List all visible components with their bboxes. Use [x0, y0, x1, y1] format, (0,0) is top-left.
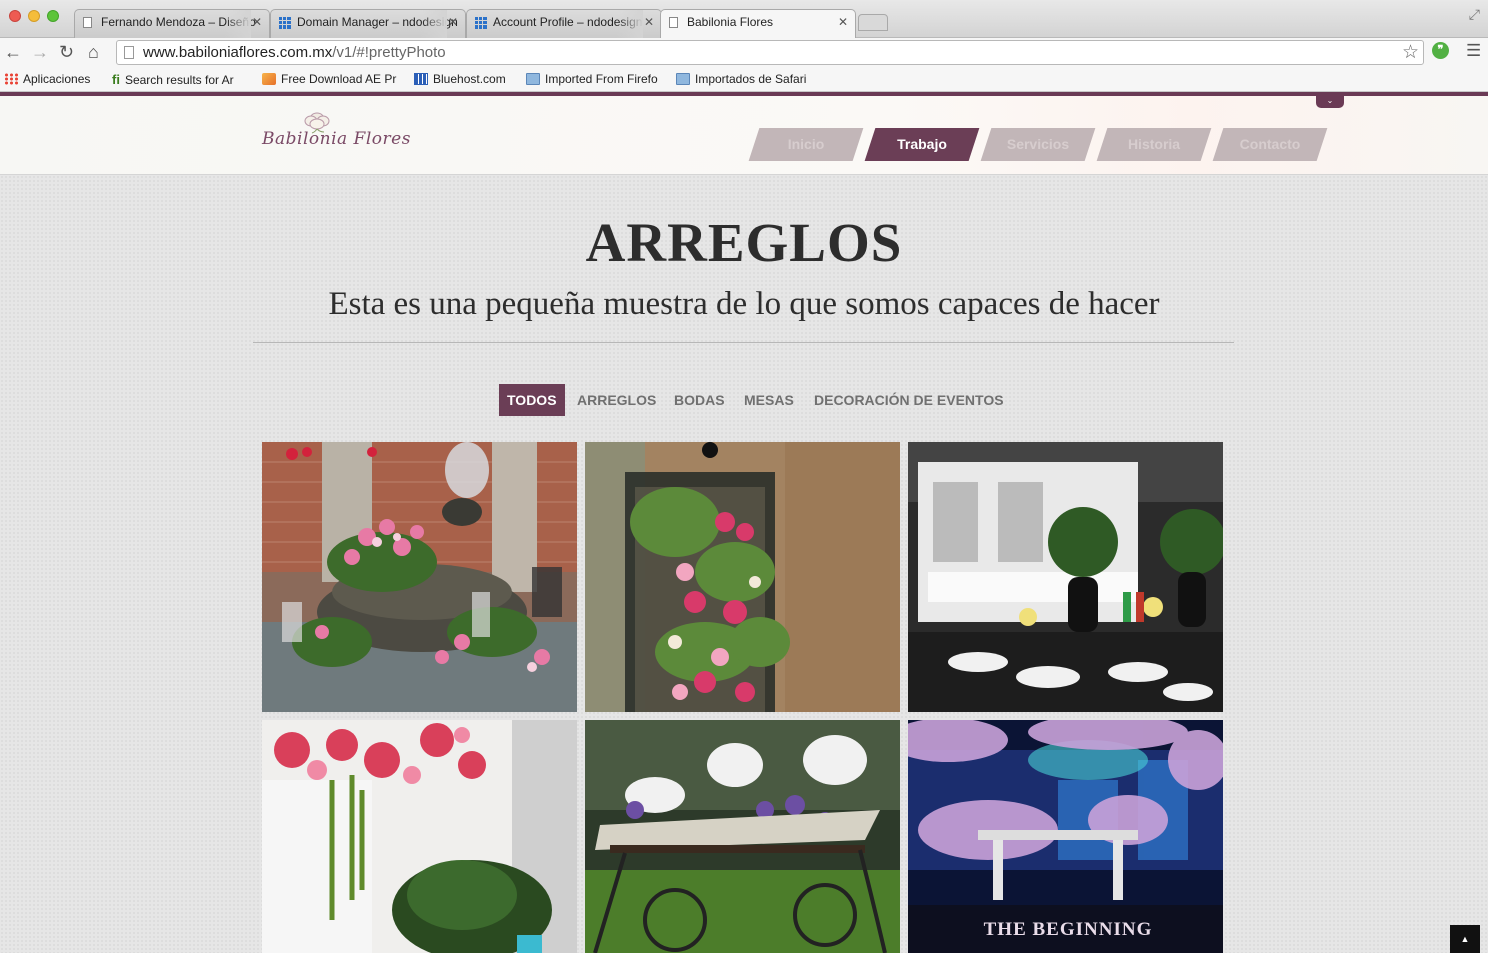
close-tab-icon[interactable]: ✕ — [838, 15, 848, 29]
bookmark-folder[interactable]: Importados de Safari — [676, 72, 806, 86]
browser-toolbar: ← → ↻ ⌂ www.babiloniaflores.com.mx/v1/#!… — [0, 38, 1488, 67]
url-host: www.babiloniaflores.com.mx — [143, 44, 333, 61]
nav-servicios[interactable]: Servicios — [980, 128, 1096, 161]
new-tab-button[interactable] — [858, 14, 888, 31]
filter-mesas[interactable]: MESAS — [736, 384, 802, 416]
grid-icon — [414, 73, 428, 85]
filter-bodas[interactable]: BODAS — [666, 384, 733, 416]
forward-arrow-icon[interactable]: → — [31, 42, 49, 62]
bookmark-item[interactable]: Aplicaciones — [4, 72, 90, 86]
page-title: ARREGLOS — [585, 212, 903, 273]
nav-inicio[interactable]: Inicio — [748, 128, 864, 161]
gallery-photo-table[interactable] — [908, 442, 1223, 712]
browser-tab[interactable]: Account Profile – ndodesign ✕ — [466, 9, 662, 38]
back-arrow-icon[interactable]: ← — [4, 42, 22, 62]
gallery-photo-fountain[interactable] — [262, 442, 577, 712]
extension-icon[interactable]: ❞ — [1432, 42, 1449, 59]
bookmark-item[interactable]: Bluehost.com — [414, 72, 506, 86]
fi-icon: fi — [112, 72, 120, 87]
nav-historia[interactable]: Historia — [1096, 128, 1212, 161]
gallery-photo-lilies[interactable] — [262, 720, 577, 953]
gallery-photo-cart[interactable] — [585, 720, 900, 953]
ae-icon — [262, 73, 276, 85]
zoom-window-icon[interactable] — [47, 10, 59, 22]
page-subtitle: Esta es una pequeña muestra de lo que so… — [328, 286, 1160, 322]
browser-tab[interactable]: Fernando Mendoza – Diseño ✕ — [74, 9, 270, 38]
nav-trabajo[interactable]: Trabajo — [864, 128, 980, 161]
gallery-photo-event[interactable]: THE BEGINNING — [908, 720, 1223, 953]
gallery-photo-lantern[interactable] — [585, 442, 900, 712]
url-path: /v1/#!prettyPhoto — [332, 44, 446, 61]
filter-arreglos[interactable]: ARREGLOS — [569, 384, 664, 416]
chevron-down-icon[interactable]: ⌄ — [1316, 96, 1344, 108]
scroll-to-top-button[interactable]: ▲ — [1450, 925, 1480, 953]
filter-decoracion-eventos[interactable]: DECORACIÓN DE EVENTOS — [806, 384, 1012, 416]
bookmark-item[interactable]: fi Search results for Ar — [112, 72, 234, 87]
grid-icon — [475, 17, 487, 29]
nav-contacto[interactable]: Contacto — [1212, 128, 1328, 161]
close-tab-icon[interactable]: ✕ — [252, 15, 262, 29]
folder-icon — [676, 73, 690, 85]
page-icon — [669, 17, 678, 28]
site-logo[interactable]: Babilonia Flores — [262, 129, 411, 149]
close-window-icon[interactable] — [9, 10, 21, 22]
filter-todos[interactable]: TODOS — [499, 384, 565, 416]
browser-tab[interactable]: Domain Manager – ndodesign ✕ — [270, 9, 466, 38]
page-icon — [83, 17, 92, 28]
home-icon[interactable]: ⌂ — [88, 42, 99, 62]
event-overlay-text: THE BEGINNING — [984, 919, 1153, 940]
page-icon — [124, 46, 134, 59]
apps-icon — [4, 73, 18, 85]
close-tab-icon[interactable]: ✕ — [644, 15, 654, 29]
browser-tab-active[interactable]: Babilonia Flores ✕ — [660, 9, 856, 38]
close-tab-icon[interactable]: ✕ — [448, 15, 458, 29]
grid-icon — [279, 17, 291, 29]
fullscreen-icon[interactable]: ⤢ — [1469, 6, 1480, 23]
address-bar[interactable]: www.babiloniaflores.com.mx/v1/#!prettyPh… — [116, 40, 1424, 65]
bookmark-folder[interactable]: Imported From Firefo — [526, 72, 658, 86]
divider — [253, 342, 1234, 343]
folder-icon — [526, 73, 540, 85]
minimize-window-icon[interactable] — [28, 10, 40, 22]
reload-icon[interactable]: ↻ — [59, 42, 74, 62]
menu-icon[interactable]: ☰ — [1466, 41, 1481, 61]
browser-tab-bar: Fernando Mendoza – Diseño ✕ Domain Manag… — [0, 0, 1488, 38]
bookmarks-bar: Aplicaciones fi Search results for Ar Fre… — [0, 67, 1488, 92]
bookmark-item[interactable]: Free Download AE Pr — [262, 72, 396, 86]
bookmark-star-icon[interactable]: ☆ — [1402, 41, 1419, 64]
